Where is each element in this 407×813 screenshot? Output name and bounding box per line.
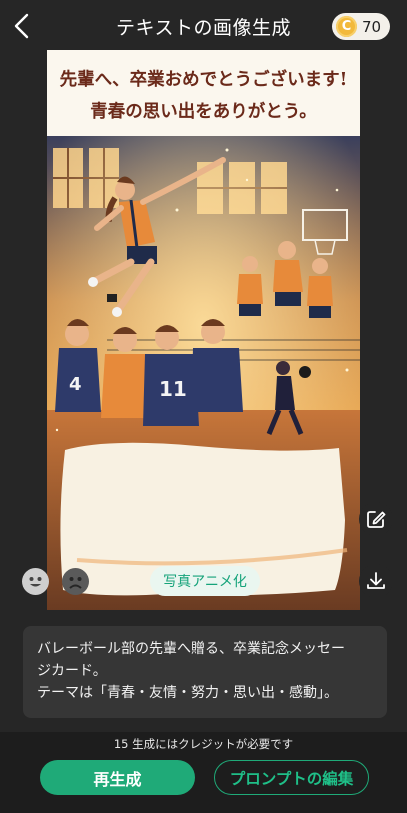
bottom-action-bar: 15 生成にはクレジットが必要です 再生成 プロンプトの編集 [0, 732, 407, 813]
edit-prompt-button[interactable]: プロンプトの編集 [214, 760, 369, 795]
download-button[interactable] [359, 564, 393, 598]
edit-image-button[interactable] [359, 502, 393, 536]
download-icon [367, 572, 385, 589]
coin-icon: C [336, 16, 357, 37]
credit-count: 70 [362, 17, 382, 36]
card-headline-area: 先輩へ、卒業おめでとうございます! 青春の思い出をありがとう。 [47, 50, 360, 136]
credit-requirement-note: 15 生成にはクレジットが必要です [113, 737, 294, 751]
regenerate-button[interactable]: 再生成 [40, 760, 195, 795]
description-line-1: バレーボール部の先輩へ贈る、卒業記念メッセー [37, 641, 345, 657]
description-line-3: テーマは「青春・友情・努力・思い出・感動」。 [37, 685, 338, 701]
jersey-number-4: 4 [69, 374, 82, 395]
happy-face-icon [29, 577, 42, 587]
headline-line-1: 先輩へ、卒業おめでとうございます! [59, 70, 348, 90]
sad-face-icon [69, 577, 82, 589]
description-line-2: ジカード。 [37, 663, 107, 679]
prompt-description: バレーボール部の先輩へ贈る、卒業記念メッセー ジカード。 テーマは「青春・友情・… [23, 626, 387, 718]
photo-animate-button[interactable]: 写真アニメ化 [150, 566, 260, 596]
generated-image[interactable]: 4 11 先輩へ、卒業おめでとうございます! 青春の思い出をありがとう。 [47, 50, 360, 610]
dislike-face-button[interactable] [62, 568, 89, 595]
credit-balance-badge[interactable]: C 70 [332, 13, 390, 40]
like-smiley-button[interactable] [22, 568, 49, 595]
header-bar: テキストの画像生成 C 70 [0, 0, 407, 52]
headline-line-2: 青春の思い出をありがとう。 [90, 102, 317, 122]
edit-pencil-icon [367, 511, 386, 528]
jersey-number-11: 11 [159, 377, 187, 401]
